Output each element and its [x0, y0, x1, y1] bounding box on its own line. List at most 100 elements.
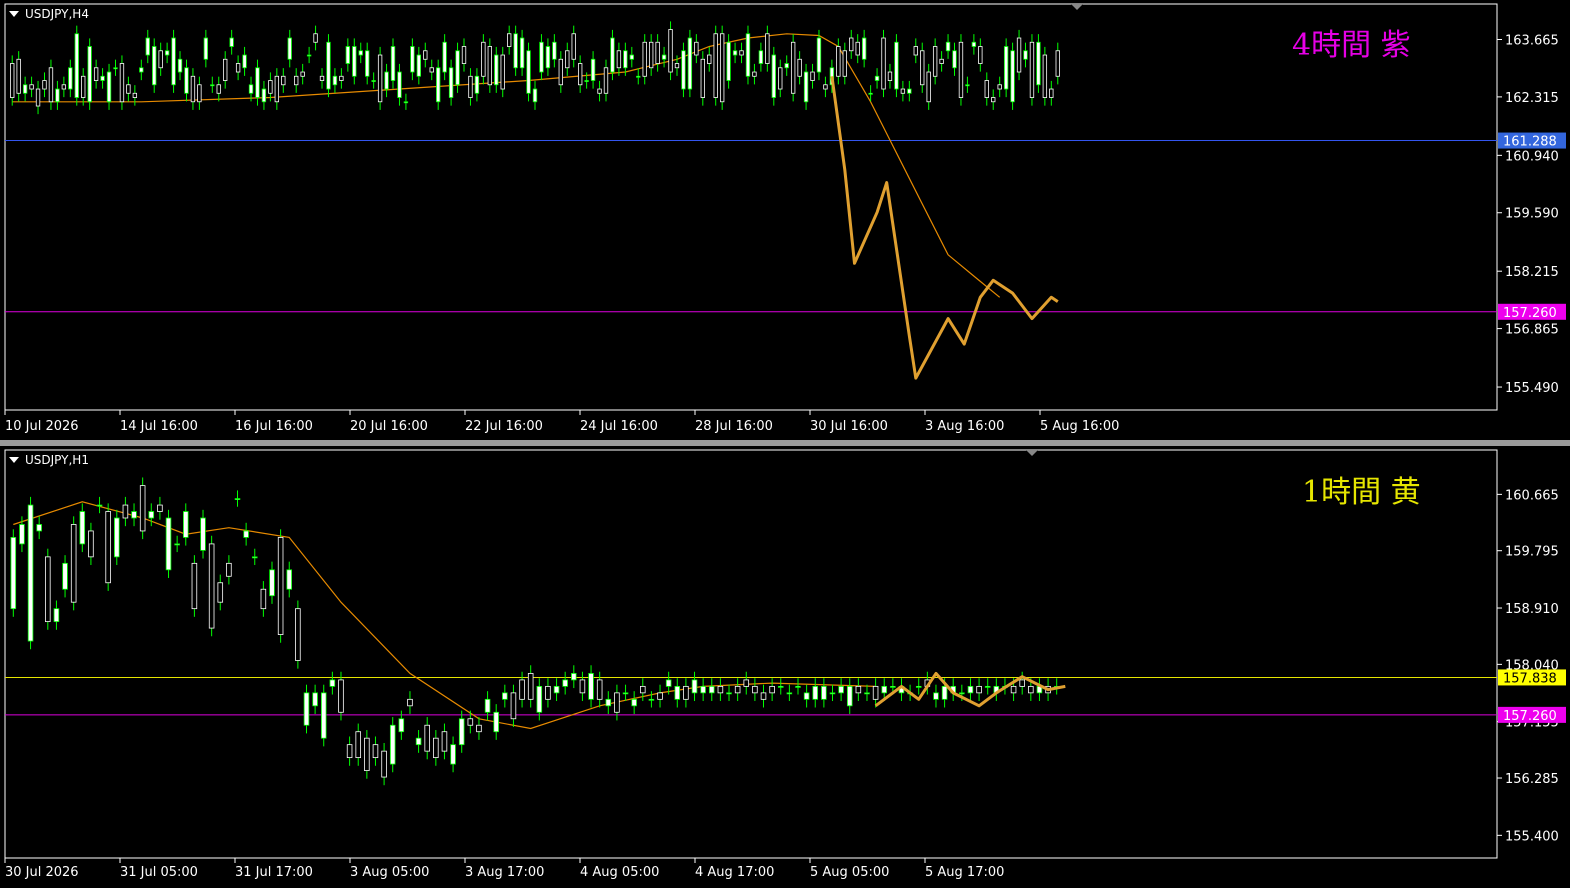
candle-body [984, 80, 989, 98]
candle-body [790, 41, 796, 94]
candle-body [197, 84, 202, 103]
candle-body [810, 71, 815, 81]
chart-shift-icon[interactable] [1071, 4, 1083, 10]
candle-body [487, 46, 492, 86]
symbol-dropdown-icon[interactable] [9, 11, 19, 17]
candle-body [1049, 88, 1054, 98]
candle-body [16, 58, 21, 94]
candle-body [588, 673, 594, 700]
candle-body [70, 524, 77, 603]
h1-chart-svg[interactable]: 160.665159.795158.910158.040157.155156.2… [0, 446, 1570, 888]
candle-body [96, 504, 103, 507]
candle-body [513, 33, 518, 69]
y-tick-label: 158.910 [1505, 602, 1559, 617]
candle-body [313, 33, 318, 43]
candle-body [113, 67, 118, 70]
y-tick-label: 163.665 [1505, 33, 1559, 48]
symbol-label[interactable]: USDJPY,H4 [25, 7, 89, 21]
candle-body [519, 679, 525, 700]
candle-body [200, 517, 206, 551]
x-tick-label: 28 Jul 16:00 [695, 419, 773, 434]
candle-body [1019, 679, 1025, 687]
candle-body [68, 67, 73, 90]
candle-body [217, 582, 224, 603]
candle-body [268, 80, 273, 94]
h1-chart-panel[interactable]: 160.665 159.795 158.910 158.040 157.155 156.2… [0, 446, 1570, 888]
candle-body [132, 92, 138, 98]
x-tick-label: 14 Jul 16:00 [120, 419, 198, 434]
candle-body [739, 50, 744, 56]
candle-body [184, 67, 189, 94]
candle-body [416, 54, 422, 77]
candle-body [346, 744, 353, 759]
candle-body [122, 504, 129, 519]
candle-body [777, 685, 784, 688]
candle-body [352, 46, 357, 77]
candle-body [226, 562, 232, 577]
candle-body [1029, 41, 1035, 98]
candle-body [552, 41, 557, 60]
x-tick-label: 31 Jul 17:00 [235, 865, 313, 880]
candle-body [433, 737, 439, 759]
candle-body [500, 54, 505, 90]
candle-body [243, 530, 249, 538]
candle-body [306, 54, 312, 57]
candle-body [765, 33, 770, 64]
candle-body [164, 50, 170, 56]
candle-body [251, 556, 258, 559]
candle-body [165, 517, 172, 571]
candle-body [642, 41, 647, 77]
symbol-label[interactable]: USDJPY,H1 [25, 453, 89, 467]
candle-body [868, 92, 873, 95]
x-tick-label: 4 Aug 05:00 [580, 865, 659, 880]
candle-body [423, 50, 428, 60]
x-tick-label: 31 Jul 05:00 [120, 865, 198, 880]
candle-body [732, 50, 738, 56]
candle-body [319, 75, 325, 81]
candle-body [803, 71, 809, 103]
candle-body [958, 41, 964, 98]
candle-body [10, 537, 17, 610]
candle-body [326, 41, 331, 90]
candle-body [287, 37, 292, 60]
candle-body [27, 504, 34, 642]
candle-body [255, 67, 260, 98]
candle-body [145, 37, 150, 56]
h4-chart-panel[interactable]: 163.665 162.315 160.940 159.590 158.215 156.8… [0, 0, 1570, 440]
candle-body [223, 58, 228, 81]
level-price-label: 157.260 [1503, 709, 1557, 724]
y-tick-label: 155.490 [1505, 381, 1559, 396]
candle-body [468, 75, 473, 98]
symbol-dropdown-icon[interactable] [9, 457, 19, 463]
candle-body [494, 54, 499, 86]
candle-body [623, 50, 628, 69]
candle-body [1042, 54, 1048, 98]
candle-body [553, 685, 560, 694]
candle-body [932, 46, 938, 77]
candle-body [345, 46, 351, 64]
candle-body [545, 46, 551, 69]
candle-body [93, 67, 99, 81]
candle-body [707, 54, 712, 64]
h4-chart-svg[interactable]: 163.665 162.315 160.940 159.590 158.215 156.8… [0, 0, 1570, 440]
candle-body [377, 54, 383, 103]
candle-body [584, 80, 589, 82]
candle-body [532, 88, 538, 103]
candle-body [984, 685, 991, 688]
y-tick-label: 159.590 [1505, 207, 1559, 222]
chart-shift-icon[interactable] [1026, 450, 1038, 456]
y-tick-label: 155.400 [1505, 829, 1559, 844]
candle-body [507, 33, 512, 47]
candle-body [797, 58, 802, 77]
candle-body [131, 511, 137, 519]
candle-body [636, 75, 641, 78]
candle-body [442, 41, 447, 73]
candle-body [527, 673, 534, 700]
candle-body [881, 685, 888, 694]
candle-body [484, 698, 491, 713]
x-tick-label: 4 Aug 17:00 [695, 865, 774, 880]
candle-body [784, 63, 789, 69]
candle-body [539, 41, 544, 73]
candle-body [1028, 685, 1034, 694]
candle-body [959, 692, 965, 695]
